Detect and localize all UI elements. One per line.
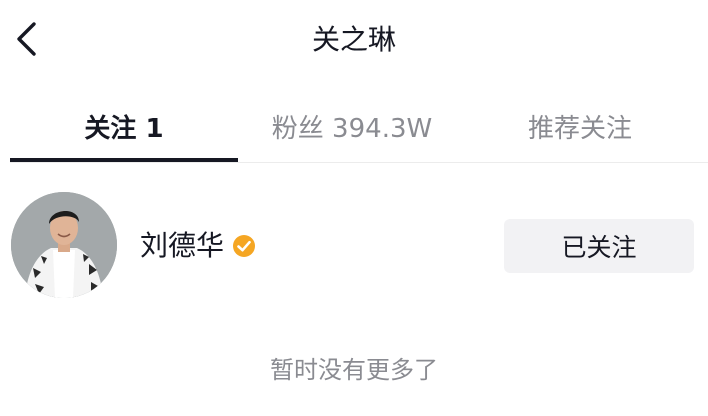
tab-recommended-label: 推荐关注 (527, 113, 632, 144)
tab-fans[interactable]: 粉丝 394.3W (238, 92, 466, 160)
tab-following-label: 关注 1 (84, 113, 164, 144)
tab-bar: 关注 1 粉丝 394.3W 推荐关注 (10, 92, 708, 162)
page-title: 关之琳 (311, 23, 396, 56)
tab-recommended[interactable]: 推荐关注 (466, 92, 694, 160)
top-bar: 关之琳 (0, 0, 708, 80)
tab-divider (10, 162, 708, 163)
end-of-list-text: 暂时没有更多了 (270, 356, 438, 384)
following-button[interactable]: 已关注 (504, 219, 694, 273)
user-name: 刘德华 (140, 229, 225, 262)
list-item[interactable]: 刘德华 已关注 (0, 188, 708, 304)
avatar[interactable] (11, 192, 117, 298)
avatar-image (11, 192, 117, 298)
tab-following[interactable]: 关注 1 (10, 92, 238, 162)
user-name-group[interactable]: 刘德华 (140, 226, 256, 266)
verified-badge-icon (232, 234, 256, 258)
tab-fans-label: 粉丝 394.3W (271, 113, 433, 144)
